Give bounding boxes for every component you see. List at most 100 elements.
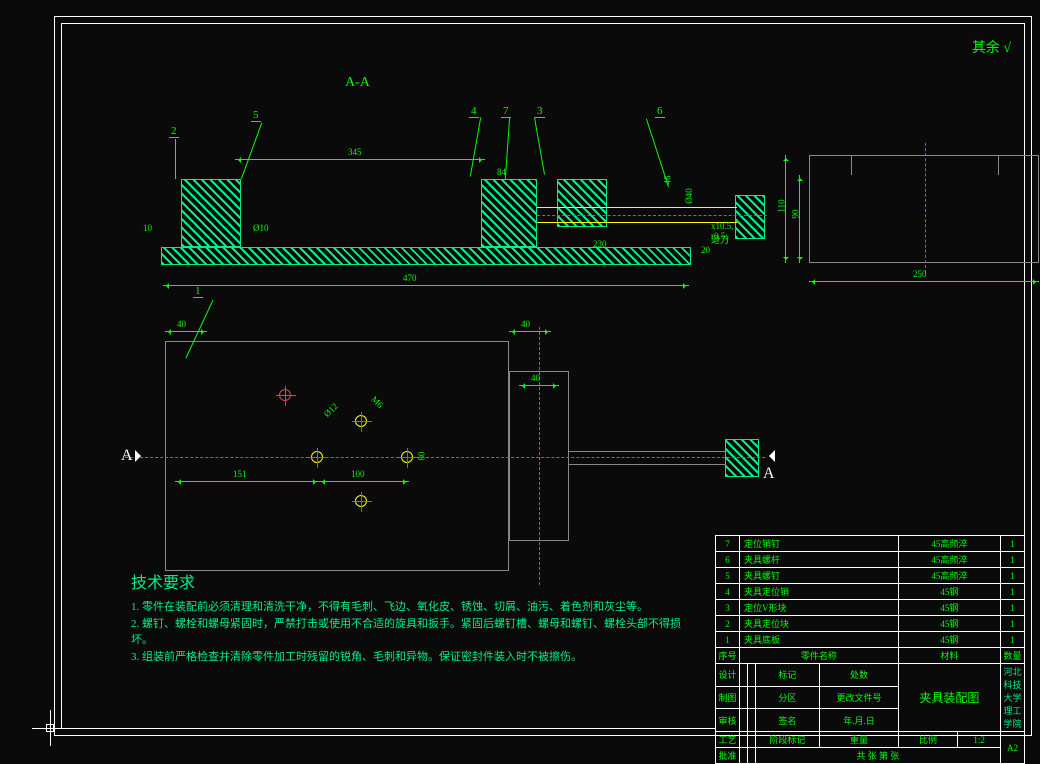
dim-rnote2: 退刀 [711,233,729,246]
technical-notes: 技术要求 1. 零件在装配前必须清理和清洗干净，不得有毛刺、飞边、氧化皮、锈蚀、… [131,569,691,665]
hdr-qty: 数量 [1001,648,1025,664]
plan-view: 40 40 40 151 100 80 Ø12 M6 1 A A [115,327,735,587]
hdr-mat: 材料 [898,648,1000,664]
cell-stage: 阶段标记 [755,732,819,748]
bom-row: 4夹具定位销45钢1 [716,584,1025,600]
cell-date: 年.月.日 [820,709,899,732]
dim-40b [509,331,551,341]
notes-title: 技术要求 [131,569,691,593]
dim-90-label: 90 [791,210,801,219]
side-body [809,155,1039,263]
plan-end-block [725,439,759,477]
cell-design: 设计 [716,664,740,687]
dim-470-label: 470 [403,273,417,283]
dim-151 [175,481,319,491]
hole-angled [355,415,367,427]
balloon-1: 1 [193,285,203,298]
leader-5 [241,123,262,180]
cell-sheet: 共 张 第 张 [755,748,1000,764]
balloon-5: 5 [251,109,261,122]
balloon-4: 4 [469,105,479,118]
dim-151-label: 151 [233,469,247,479]
leader-2 [175,139,176,179]
section-arrow-right: A [763,447,777,483]
cell-scale: 1:2 [958,732,1001,748]
side-centerline [925,143,926,273]
note-1: 1. 零件在装配前必须清理和清洗干净，不得有毛刺、飞边、氧化皮、锈蚀、切屑、油污… [131,599,691,616]
dim-100 [319,481,409,491]
side-view: 250 110 90 [779,147,1040,307]
cell-docno: 更改文件号 [820,686,899,709]
dim-phi10-label: Ø10 [253,223,269,233]
block-mid [481,179,537,247]
dim-100-label: 100 [351,469,365,479]
bom-row: 2夹具定位块45钢1 [716,616,1025,632]
bom-table: 7定位销钉45高频淬16夹具螺杆45高频淬15夹具螺钉45高频淬14夹具定位销4… [715,535,1025,764]
cell-size: A2 [1001,732,1025,764]
balloon-7: 7 [501,105,511,118]
base-plate [161,247,691,265]
institution: 河北科技大学理工学院 [1001,664,1025,732]
title-block: 7定位销钉45高频淬16夹具螺杆45高频淬15夹具螺钉45高频淬14夹具定位销4… [715,535,1025,729]
cell-draw: 制图 [716,686,740,709]
bom-row: 5夹具螺钉45高频淬1 [716,568,1025,584]
plan-shaft [569,451,725,465]
hdr-no: 序号 [716,648,740,664]
cell-mark: 标记 [755,664,819,687]
dim-40c [519,385,559,395]
section-view: 345 470 10 Ø10 84 230 20 x10.5, r0.5; 退刀… [123,117,743,297]
drawing-title: 夹具装配图 [898,664,1000,732]
cell-appr: 批准 [716,748,740,764]
dim-110-label: 110 [777,199,787,212]
dim-230-label: 230 [593,239,607,249]
dim-80-label: 80 [417,452,427,461]
section-label: A-A [345,75,370,91]
bom-header-row: 序号 零件名称 材料 数量 [716,648,1025,664]
note-3: 3. 组装前严格检查并清除零件加工时残留的锐角、毛刺和异物。保证密封件装入时不被… [131,649,691,666]
hole-top-left [279,389,291,401]
leader-6 [646,119,669,188]
dim-90 [799,175,809,263]
dim-470 [163,285,689,295]
dim-40a [165,331,207,341]
cell-proc: 工艺 [716,732,740,748]
cell-wt: 重量 [820,732,899,748]
leader-3 [534,117,545,174]
cell-check: 审核 [716,709,740,732]
dim-40c-label: 40 [531,373,540,383]
hole-bottom [355,495,367,507]
bom-row: 3定位V形块45钢1 [716,600,1025,616]
dim-40b-label: 40 [521,319,530,329]
dim-250 [809,281,1039,291]
dim-phi40: Ø40 [684,188,694,204]
drawing-frame: 其余 √ A-A 345 470 10 Ø10 84 230 20 x10.5,… [54,16,1032,736]
hole-ctr-1 [311,451,323,463]
dim-20-label: 20 [701,245,710,255]
section-arrow-left: A [121,447,147,465]
hole-ctr-2 [401,451,413,463]
surface-finish-symbol: 其余 √ [972,37,1011,57]
balloon-2: 2 [169,125,179,138]
block-left [181,179,241,247]
bom-row: 6夹具螺杆45高频淬1 [716,552,1025,568]
note-2: 2. 螺钉、螺栓和螺母紧固时，严禁打击或使用不合适的旋具和扳手。紧固后螺钉槽、螺… [131,616,691,649]
plan-body [165,341,509,571]
plan-centerline-h [125,457,765,458]
surface-finish-text: 其余 [972,41,1000,56]
cell-qty2: 处数 [820,664,899,687]
dim-345-label: 345 [348,147,362,157]
plan-centerline-v [539,327,540,585]
dim-345 [235,159,485,169]
cell-zone: 分区 [755,686,819,709]
dim-10-label: 10 [143,223,152,233]
leader-7 [505,117,510,179]
bom-row: 1夹具底板45钢1 [716,632,1025,648]
shaft-centerline [537,215,767,216]
balloon-3: 3 [535,105,545,118]
bom-row: 7定位销钉45高频淬1 [716,536,1025,552]
cell-scale-h: 比例 [898,732,957,748]
balloon-6: 6 [655,105,665,118]
hdr-name: 零件名称 [740,648,899,664]
ucs-icon [32,710,68,746]
cell-sign: 签名 [755,709,819,732]
